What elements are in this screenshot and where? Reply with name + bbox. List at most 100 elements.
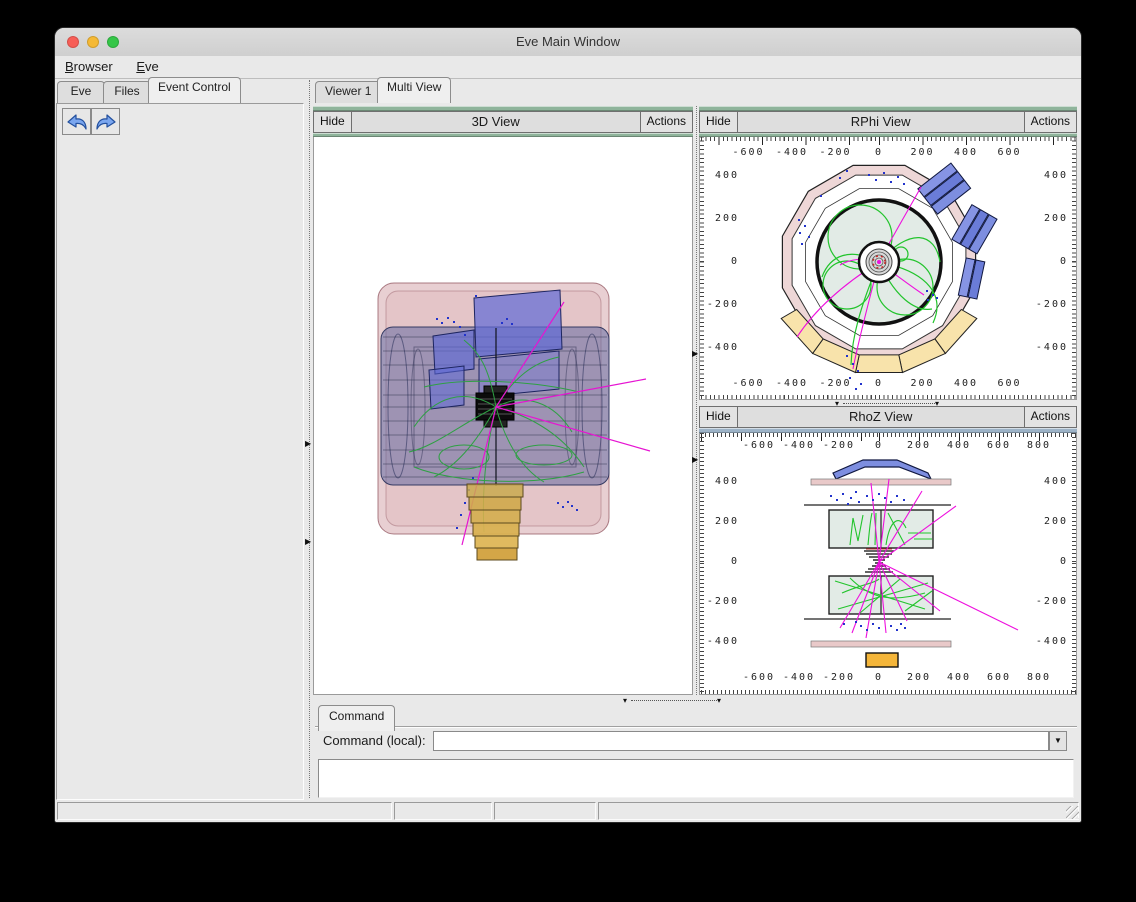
chevron-down-icon: ▼ <box>1054 736 1062 745</box>
axis-tick-label: -400 <box>706 636 739 647</box>
tab-viewer-1[interactable]: Viewer 1 <box>315 81 381 103</box>
rhoz-pane: Hide RhoZ View Actions <box>699 406 1077 695</box>
command-output[interactable] <box>318 759 1074 798</box>
forward-calorimeter-stack <box>467 484 523 560</box>
splitter-handle-icon[interactable]: ▾ <box>623 697 627 704</box>
rphi-header: Hide RPhi View Actions <box>699 111 1077 133</box>
axis-tick-label: 200 <box>910 147 934 158</box>
axis-tick-label: -400 <box>1035 342 1068 353</box>
axis-tick-label: 200 <box>1035 516 1068 527</box>
axis-tick-label: -400 <box>776 147 808 158</box>
axis-tick-label: 0 <box>875 147 883 158</box>
command-splitter[interactable]: ▾ ▾ <box>313 697 1081 704</box>
axis-tick-label: 400 <box>1035 476 1068 487</box>
rhoz-event-display[interactable] <box>700 433 1076 693</box>
splitter-handle-icon[interactable]: ▶ <box>305 440 311 448</box>
multi-view-container: Hide 3D View Actions <box>313 103 1081 697</box>
eve-main-window: Eve Main Window Browser Eve Eve Files Ev… <box>55 28 1081 822</box>
status-bar <box>55 800 1081 822</box>
axis-tick-label: 600 <box>987 440 1011 451</box>
status-segment <box>394 802 492 820</box>
undo-arrow-icon <box>65 112 89 132</box>
rhoz-viewport[interactable]: -600-600-400-400-200-2000020020040040060… <box>699 433 1077 695</box>
axis-tick-label: 0 <box>706 556 739 567</box>
axis-tick-label: 600 <box>987 672 1011 683</box>
resize-grip[interactable] <box>1066 806 1079 819</box>
muon-band <box>833 460 931 479</box>
left-tab-bar: Eve Files Event Control <box>55 78 305 103</box>
axis-tick-label: -400 <box>783 672 815 683</box>
tab-event-control[interactable]: Event Control <box>148 77 241 103</box>
splitter-handle-icon[interactable]: ▾ <box>717 697 721 704</box>
view-3d-viewport[interactable] <box>313 137 693 695</box>
splitter-handle-icon[interactable]: ▶ <box>305 538 311 546</box>
status-segment <box>57 802 392 820</box>
view-3d-pane: Hide 3D View Actions <box>313 106 693 695</box>
rphi-pane: Hide RPhi View Actions <box>699 106 1077 400</box>
axis-tick-label: 600 <box>997 378 1021 389</box>
axis-tick-label: -400 <box>776 378 808 389</box>
command-input[interactable] <box>433 731 1049 751</box>
command-history-dropdown[interactable]: ▼ <box>1049 731 1067 751</box>
menu-browser[interactable]: Browser <box>55 56 123 74</box>
rphi-hide-button[interactable]: Hide <box>700 112 738 132</box>
axis-tick-label: 800 <box>1027 440 1051 451</box>
axis-tick-label: 0 <box>875 672 883 683</box>
axis-tick-label: 200 <box>907 672 931 683</box>
rhoz-header: Hide RhoZ View Actions <box>699 406 1077 428</box>
view-3d-header: Hide 3D View Actions <box>313 111 693 133</box>
rphi-event-display[interactable] <box>700 137 1076 398</box>
axis-tick-label: -400 <box>1035 636 1068 647</box>
status-segment <box>598 802 1079 820</box>
splitter-handle-icon[interactable]: ▶ <box>692 456 698 464</box>
viewer-tab-bar: Viewer 1 Multi View <box>313 78 1081 103</box>
inner-tracker <box>859 242 899 282</box>
previous-event-button[interactable] <box>62 108 91 135</box>
rphi-actions-button[interactable]: Actions <box>1024 112 1076 132</box>
rhoz-actions-button[interactable]: Actions <box>1024 407 1076 427</box>
axis-tick-label: 0 <box>875 378 883 389</box>
view-3d-title: 3D View <box>352 112 640 132</box>
title-bar[interactable]: Eve Main Window <box>55 28 1081 57</box>
axis-tick-label: 400 <box>954 378 978 389</box>
detector-3d-scene[interactable] <box>314 137 692 693</box>
calo-block-orange <box>866 653 898 667</box>
view-3d-actions-button[interactable]: Actions <box>640 112 692 132</box>
command-group: Command (local): ▼ <box>315 727 1077 760</box>
rphi-viewport[interactable]: -600 -600 -400 -400 -200 -200 0 0 200 200 400 400 60… <box>699 137 1077 400</box>
axis-tick-label: 200 <box>1035 213 1068 224</box>
splitter-handle-icon[interactable]: ▶ <box>692 350 698 358</box>
axis-tick-label: -200 <box>1035 596 1068 607</box>
axis-tick-label: 400 <box>947 672 971 683</box>
view-3d-hide-button[interactable]: Hide <box>314 112 352 132</box>
axis-tick-label: 400 <box>947 440 971 451</box>
axis-tick-label: -200 <box>1035 299 1068 310</box>
support-bar-top <box>811 479 951 485</box>
viewer-frame: Viewer 1 Multi View Hide 3D View Actions <box>313 78 1081 800</box>
projection-column: Hide RPhi View Actions <box>699 103 1079 697</box>
next-event-button[interactable] <box>91 108 120 135</box>
axis-tick-label: 0 <box>706 256 739 267</box>
desktop-background: Eve Main Window Browser Eve Eve Files Ev… <box>0 0 1136 902</box>
tab-files[interactable]: Files <box>103 81 151 103</box>
axis-tick-label: 400 <box>1035 170 1068 181</box>
left-browser-frame: Eve Files Event Control <box>55 78 305 800</box>
axis-tick-label: -600 <box>732 147 764 158</box>
menu-eve[interactable]: Eve <box>126 56 168 74</box>
left-splitter[interactable]: ▶ ▶ <box>306 80 313 798</box>
axis-tick-label: -200 <box>706 299 739 310</box>
axis-tick-label: 200 <box>706 516 739 527</box>
axis-tick-label: -200 <box>706 596 739 607</box>
axis-tick-label: 0 <box>1035 256 1068 267</box>
rhoz-hide-button[interactable]: Hide <box>700 407 738 427</box>
tab-eve[interactable]: Eve <box>57 81 105 103</box>
menu-bar: Browser Eve <box>55 56 1081 79</box>
axis-tick-label: -600 <box>732 378 764 389</box>
axis-tick-label: 400 <box>706 170 739 181</box>
axis-tick-label: -600 <box>743 672 775 683</box>
tab-multi-view[interactable]: Multi View <box>377 77 451 103</box>
axis-tick-label: -200 <box>823 672 855 683</box>
rphi-title: RPhi View <box>738 112 1024 132</box>
tab-command[interactable]: Command <box>318 705 395 731</box>
axis-tick-label: -200 <box>819 378 851 389</box>
